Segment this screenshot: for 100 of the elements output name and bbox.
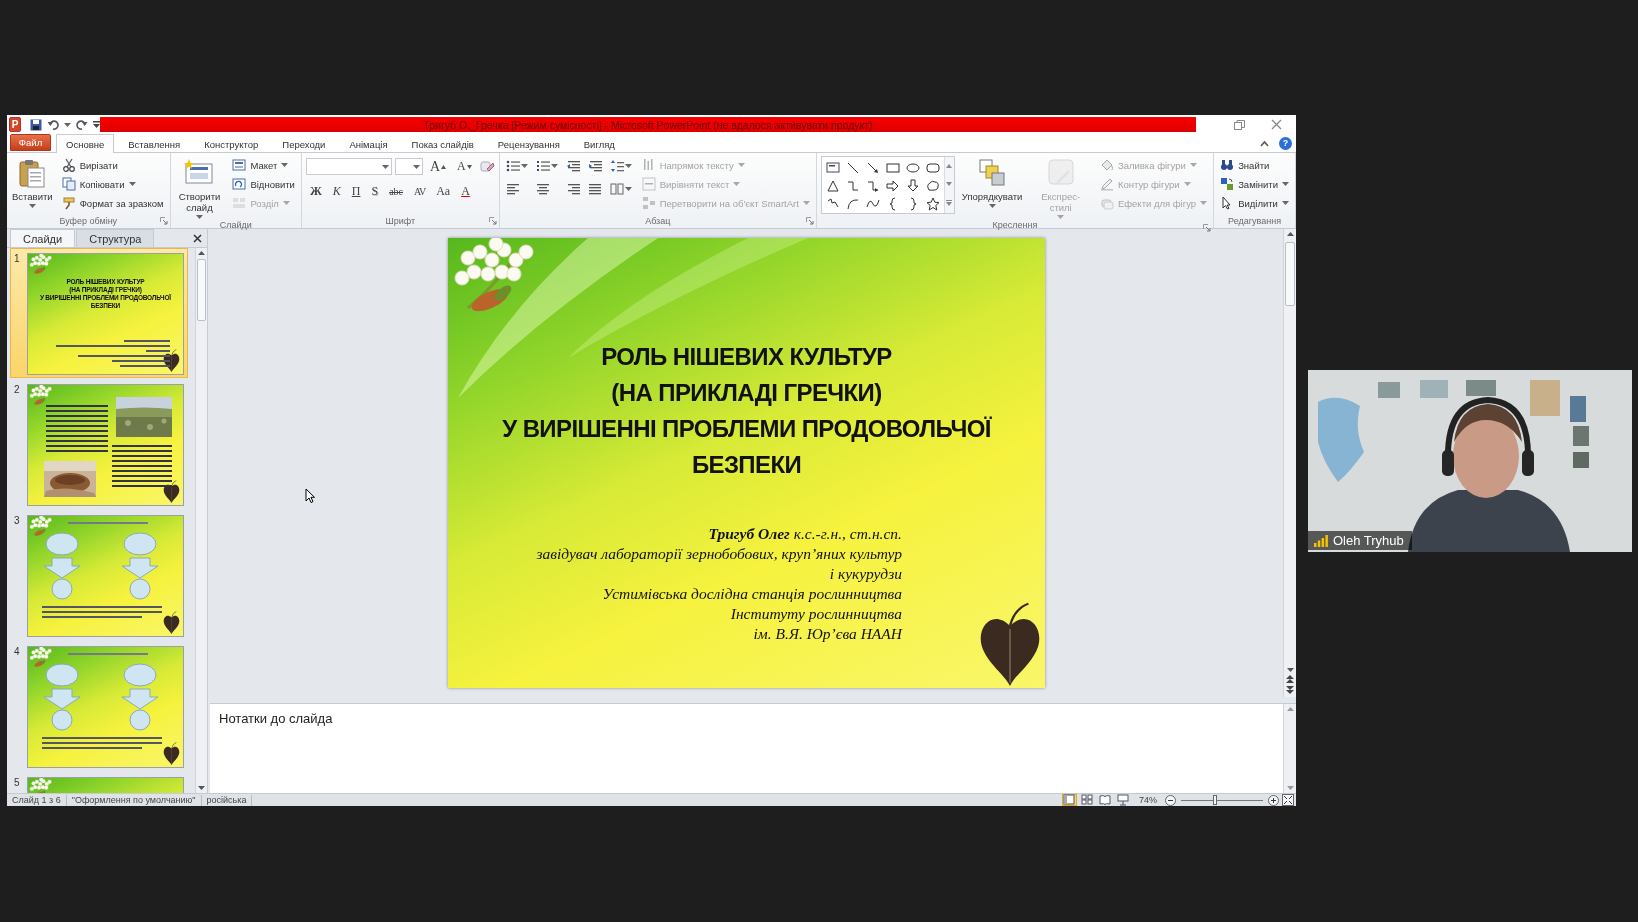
panel-tab[interactable]: Структура xyxy=(76,229,155,247)
align-left-icon[interactable] xyxy=(505,182,520,196)
scroll-down-icon[interactable] xyxy=(198,786,205,790)
ribbon-button[interactable]: Відновити xyxy=(230,176,297,192)
scroll-up-icon[interactable] xyxy=(1286,232,1294,236)
slide-thumbnail[interactable]: 4 xyxy=(10,641,188,771)
scroll-thumb[interactable] xyxy=(197,259,206,321)
caret-icon xyxy=(1183,182,1191,186)
format-button[interactable]: К xyxy=(328,183,345,199)
panel-tab[interactable]: Слайди xyxy=(10,229,76,247)
scroll-up-icon[interactable] xyxy=(198,251,205,255)
zoom-level[interactable]: 74% xyxy=(1134,795,1162,805)
ribbon-tab[interactable]: Переходи xyxy=(272,135,336,153)
language-label[interactable]: російська xyxy=(201,794,253,806)
flower-drawing xyxy=(27,254,54,275)
caret-icon xyxy=(1281,201,1289,205)
ribbon-button[interactable]: Копіювати xyxy=(59,176,166,192)
scissors-icon xyxy=(61,158,76,172)
caret-icon xyxy=(282,201,290,205)
scroll-down-icon[interactable] xyxy=(1286,668,1294,672)
ribbon-tab[interactable]: Основне xyxy=(56,134,115,153)
replace-icon xyxy=(1220,177,1235,191)
vertical-scrollbar[interactable] xyxy=(195,248,207,793)
ribbon-button[interactable]: Вставити xyxy=(11,156,54,209)
format-button[interactable]: П xyxy=(347,183,365,199)
font-name-field[interactable] xyxy=(305,158,392,175)
view-button[interactable] xyxy=(1062,794,1077,806)
flower-drawing xyxy=(27,647,54,668)
ribbon-tab[interactable]: Анімація xyxy=(339,135,398,153)
fit-to-window-icon[interactable] xyxy=(1282,794,1294,806)
scroll-up-icon[interactable] xyxy=(946,164,953,168)
zoom-out-icon[interactable] xyxy=(1165,794,1176,806)
caret-icon xyxy=(624,187,632,191)
dialog-launcher-icon[interactable] xyxy=(488,217,497,225)
ribbon-tab[interactable]: Показ слайдів xyxy=(401,135,484,153)
collapse-ribbon-icon[interactable] xyxy=(1260,139,1269,147)
format-button[interactable]: Ж xyxy=(305,183,326,199)
columns-icon[interactable] xyxy=(609,182,624,196)
shrink-font-button[interactable]: A xyxy=(453,158,476,175)
slide-thumbnail[interactable]: 3 xyxy=(10,510,188,640)
view-button[interactable] xyxy=(1116,794,1131,806)
binoculars-icon xyxy=(1220,158,1235,172)
format-button[interactable]: Aa xyxy=(432,183,455,199)
more-icon[interactable] xyxy=(946,200,953,206)
ribbon-button[interactable]: Макет xyxy=(230,157,297,173)
ribbon-button[interactable]: Вирізати xyxy=(59,157,166,173)
indent-icon[interactable] xyxy=(587,159,602,173)
ribbon-button[interactable]: Замінити xyxy=(1218,176,1291,192)
numbering-icon[interactable] xyxy=(535,159,550,173)
help-button[interactable]: ? xyxy=(1279,136,1292,150)
ribbon-tab[interactable]: Вставлення xyxy=(118,135,191,153)
scroll-thumb[interactable] xyxy=(1285,242,1295,306)
ribbon-tab[interactable]: Рецензування xyxy=(487,135,570,153)
outdent-icon[interactable] xyxy=(565,159,580,173)
ribbon-button[interactable]: Формат за зразком xyxy=(59,195,166,211)
ribbon-button[interactable]: Упорядкувати xyxy=(960,156,1024,209)
save-icon[interactable] xyxy=(30,118,42,131)
redo-icon[interactable] xyxy=(76,118,88,131)
format-button[interactable]: S xyxy=(367,183,383,199)
vertical-scrollbar[interactable] xyxy=(1283,229,1296,697)
align-right-icon[interactable] xyxy=(565,182,580,196)
slide-thumbnail[interactable]: 2 xyxy=(10,379,188,509)
next-slide-icon[interactable] xyxy=(1286,686,1294,694)
ribbon-button[interactable]: Виділити xyxy=(1218,195,1291,211)
smartart-icon xyxy=(641,196,656,210)
slider-thumb[interactable] xyxy=(1213,794,1218,805)
close-icon[interactable] xyxy=(193,233,202,243)
slide-thumbnail[interactable]: 5 xyxy=(10,772,188,793)
scroll-down-icon[interactable] xyxy=(946,182,953,186)
caret-icon xyxy=(988,204,996,208)
grow-font-button[interactable]: A xyxy=(425,158,451,175)
ribbon-tab[interactable]: Конструктор xyxy=(194,135,269,153)
slide-number: 4 xyxy=(13,646,21,657)
align-center-icon[interactable] xyxy=(535,182,550,196)
justify-icon[interactable] xyxy=(587,182,602,196)
format-button[interactable]: abc xyxy=(385,183,407,199)
ribbon-tab[interactable]: Вигляд xyxy=(573,135,625,153)
view-button[interactable] xyxy=(1098,794,1113,806)
group-label: Слайди xyxy=(219,220,252,230)
format-button[interactable]: AV xyxy=(410,183,430,199)
restore-icon[interactable] xyxy=(1234,119,1245,130)
theme-name: "Оформлення по умолчанию" xyxy=(66,794,202,806)
dialog-launcher-icon[interactable] xyxy=(805,217,814,225)
dialog-launcher-icon[interactable] xyxy=(1203,224,1212,232)
view-button[interactable] xyxy=(1080,794,1095,806)
previous-slide-icon[interactable] xyxy=(1286,675,1294,683)
undo-icon[interactable] xyxy=(47,118,59,131)
bullets-icon[interactable] xyxy=(505,159,520,173)
customize-icon[interactable] xyxy=(93,120,100,129)
font-size-field[interactable] xyxy=(394,158,423,175)
clear-format-icon[interactable] xyxy=(478,158,495,175)
line-spacing-icon[interactable] xyxy=(609,159,624,173)
copy-icon xyxy=(61,177,76,191)
zoom-in-icon[interactable] xyxy=(1268,794,1279,806)
author-line: Тригуб Олег к.с.-г.н., ст.н.сп. xyxy=(707,524,902,544)
ribbon-button[interactable]: Знайти xyxy=(1218,157,1291,173)
dialog-launcher-icon[interactable] xyxy=(159,217,168,225)
ribbon-button[interactable]: Створити слайд xyxy=(174,156,225,220)
format-button[interactable]: A xyxy=(457,183,474,199)
file-tab[interactable]: Файл xyxy=(10,134,51,151)
